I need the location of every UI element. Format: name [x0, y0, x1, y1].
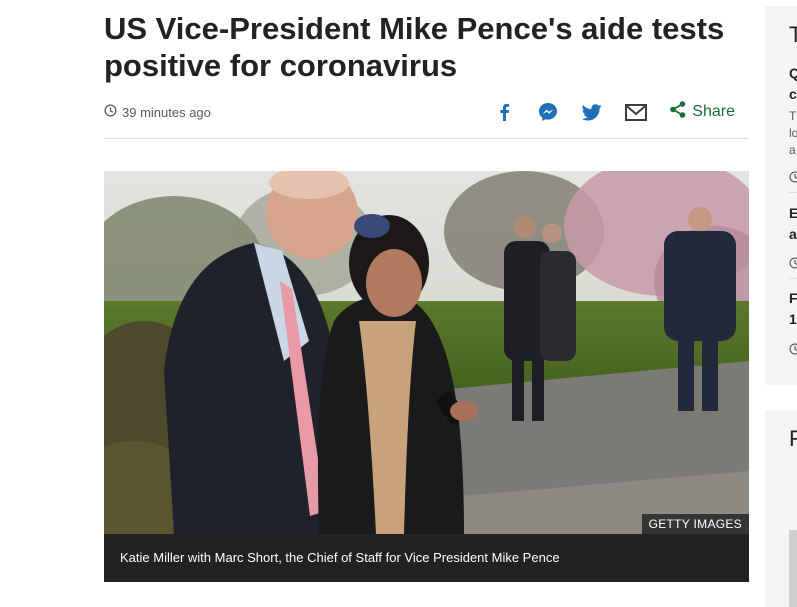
sidebar-feature-thumbnail[interactable]	[789, 530, 797, 607]
article-figure: GETTY IMAGES Katie Miller with Marc Shor…	[104, 171, 749, 582]
sidebar-divider	[789, 278, 797, 279]
article-timestamp: 39 minutes ago	[104, 104, 211, 120]
share-icon	[670, 101, 692, 123]
share-button[interactable]: Share	[670, 101, 735, 123]
sidebar-story-3-headline-line-1[interactable]: F	[789, 289, 797, 308]
sidebar-features-title: F	[789, 426, 797, 451]
sidebar-features: F	[765, 410, 797, 607]
clock-icon	[789, 342, 797, 360]
article-photo	[104, 171, 749, 534]
clock-icon	[789, 170, 797, 188]
sidebar-story-1-headline-line-2[interactable]: c	[789, 85, 797, 104]
sidebar-title: T	[789, 22, 797, 47]
sidebar-story-1-summary-line-3: a	[789, 143, 796, 157]
clock-icon	[789, 256, 797, 274]
share-label: Share	[692, 103, 735, 120]
article-headline: US Vice-President Mike Pence's aide test…	[104, 11, 725, 83]
image-caption: Katie Miller with Marc Short, the Chief …	[104, 534, 749, 582]
share-tools: Share	[492, 100, 735, 124]
sidebar-story-3-headline-line-2[interactable]: 1	[789, 310, 797, 329]
article-meta-row: 39 minutes ago Share	[104, 96, 749, 128]
sidebar-divider	[789, 192, 797, 193]
facebook-icon[interactable]	[492, 100, 516, 124]
sidebar-story-2-headline-line-1[interactable]: E	[789, 204, 797, 223]
sidebar-story-1-summary-line-1: T	[789, 109, 797, 123]
messenger-icon[interactable]	[536, 100, 560, 124]
image-credit: GETTY IMAGES	[641, 514, 749, 534]
sidebar-story-1-headline-line-1[interactable]: Q	[789, 64, 797, 83]
clock-icon	[104, 104, 122, 120]
twitter-icon[interactable]	[580, 100, 604, 124]
meta-divider	[104, 138, 749, 139]
timestamp-text: 39 minutes ago	[122, 104, 211, 120]
email-icon[interactable]	[624, 100, 648, 124]
sidebar-top-stories: T Q c T lo a E a F 1	[765, 6, 797, 385]
sidebar-story-2-headline-line-2[interactable]: a	[789, 225, 797, 244]
sidebar-story-1-summary-line-2: lo	[789, 126, 797, 140]
